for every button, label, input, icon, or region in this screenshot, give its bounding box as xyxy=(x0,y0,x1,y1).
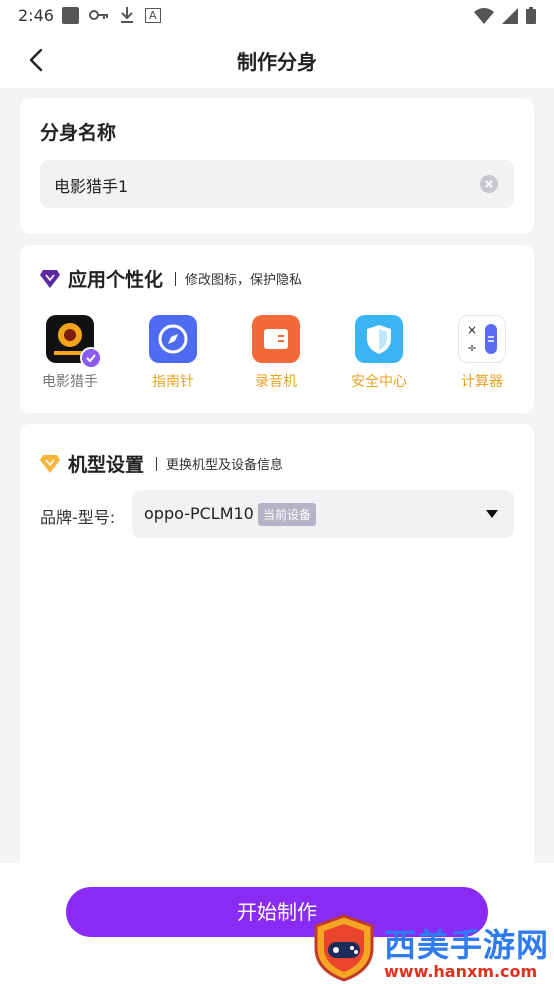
diamond-icon xyxy=(40,269,60,288)
watermark-logo: 西美手游网 www.hanxm.com xyxy=(312,914,554,984)
personalize-card: 应用个性化 修改图标，保护隐私 电影猎手 指南针 录音机 安全中心 × ÷ 计算… xyxy=(20,245,534,413)
status-time: 2:46 xyxy=(18,6,54,25)
gem-icon xyxy=(40,454,60,473)
icon-option-security[interactable]: 安全中心 xyxy=(333,315,425,391)
page-title: 制作分身 xyxy=(237,50,317,74)
icon-label: 录音机 xyxy=(255,374,297,390)
personalize-subtitle: 修改图标，保护隐私 xyxy=(185,273,303,288)
app-bar: 制作分身 xyxy=(0,32,554,88)
selected-check-icon xyxy=(80,347,102,369)
download-icon xyxy=(121,7,133,23)
app-notification-icon xyxy=(62,6,79,24)
brand-model-value: oppo-PCLM10 xyxy=(144,504,254,523)
device-settings-card: 机型设置 更换机型及设备信息 品牌-型号: oppo-PCLM10 当前设备 xyxy=(20,424,534,884)
icon-label: 指南针 xyxy=(152,374,194,390)
clone-name-field[interactable] xyxy=(40,160,514,210)
shield-icon xyxy=(355,315,403,363)
icon-option-compass[interactable]: 指南针 xyxy=(127,315,219,391)
recorder-icon xyxy=(252,315,300,363)
brand-model-select[interactable]: oppo-PCLM10 当前设备 xyxy=(132,490,514,538)
calculator-icon: × ÷ xyxy=(458,315,506,363)
icon-label: 电影猎手 xyxy=(42,374,98,390)
device-settings-title: 机型设置 xyxy=(68,454,145,476)
status-bar: 2:46 A xyxy=(0,0,554,32)
clone-name-input[interactable] xyxy=(52,160,476,210)
svg-text:×: × xyxy=(467,323,477,337)
a-notification-icon: A xyxy=(145,7,161,23)
icon-option-calculator[interactable]: × ÷ 计算器 xyxy=(436,315,528,391)
wifi-icon xyxy=(474,7,494,24)
watermark-text: 西美手游网 xyxy=(384,926,550,964)
svg-text:÷: ÷ xyxy=(467,341,477,355)
divider xyxy=(175,271,177,286)
vpn-key-icon xyxy=(89,10,108,20)
personalize-title: 应用个性化 xyxy=(68,269,164,291)
watermark-url: www.hanxm.com xyxy=(384,962,538,981)
battery-icon xyxy=(526,7,536,24)
movie-app-icon xyxy=(46,315,102,369)
clear-icon[interactable] xyxy=(480,175,498,193)
signal-icon xyxy=(502,7,518,24)
brand-model-label: 品牌-型号: xyxy=(40,508,116,527)
compass-icon xyxy=(149,315,197,363)
brand-model-row: 品牌-型号: oppo-PCLM10 当前设备 xyxy=(40,490,514,540)
clone-name-card: 分身名称 xyxy=(20,98,534,234)
icon-option-movie[interactable]: 电影猎手 xyxy=(24,315,116,391)
dropdown-arrow-icon xyxy=(486,510,498,518)
divider xyxy=(156,456,158,471)
icon-options: 电影猎手 指南针 录音机 安全中心 × ÷ 计算器 xyxy=(20,315,534,395)
icon-option-recorder[interactable]: 录音机 xyxy=(230,315,322,391)
current-device-badge: 当前设备 xyxy=(258,503,317,526)
gamepad-shield-icon xyxy=(314,914,374,982)
icon-label: 安全中心 xyxy=(351,374,407,390)
clone-name-title: 分身名称 xyxy=(40,122,117,144)
icon-label: 计算器 xyxy=(461,374,503,390)
device-settings-subtitle: 更换机型及设备信息 xyxy=(166,458,284,473)
